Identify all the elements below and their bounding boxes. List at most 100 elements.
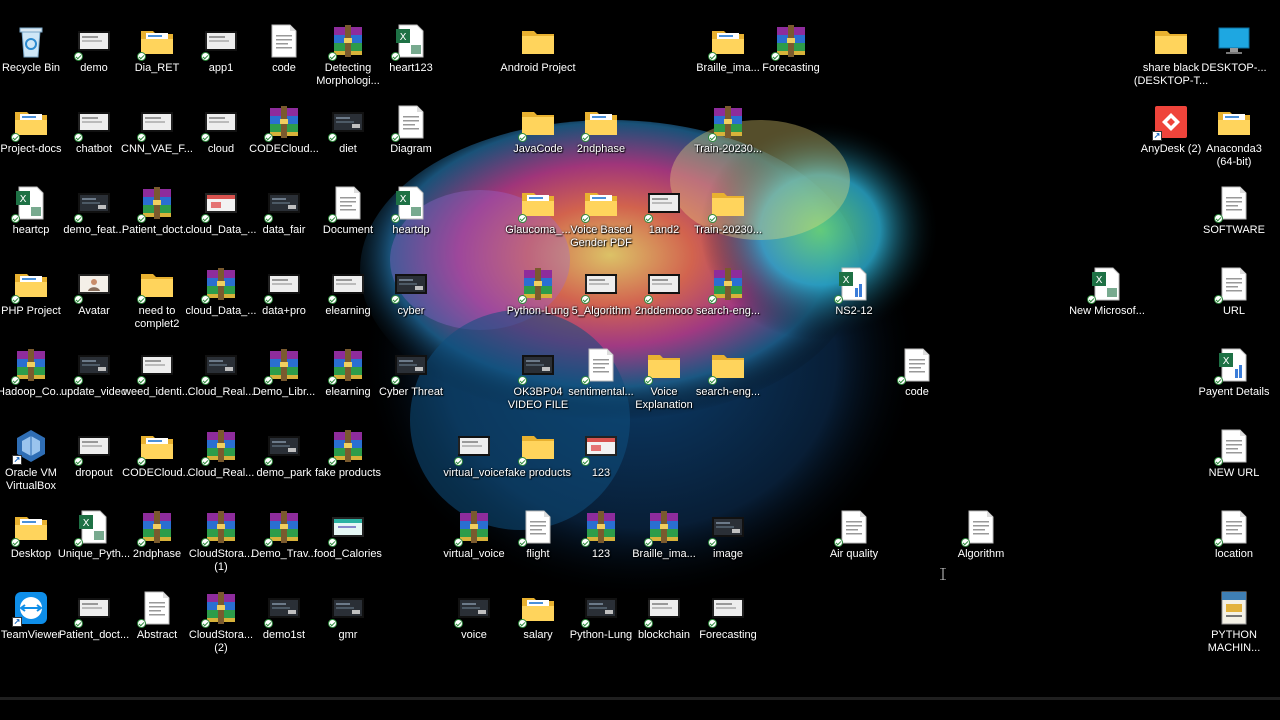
desktop-icon[interactable]: 2ndphase — [126, 509, 188, 561]
desktop-icon[interactable]: X NS2-12 — [823, 266, 885, 318]
desktop-icon[interactable]: CNN_VAE_F... — [121, 104, 193, 156]
desktop-icon[interactable]: Avatar — [63, 266, 125, 318]
desktop-icon[interactable]: salary — [507, 590, 569, 642]
desktop-icon[interactable]: flight — [507, 509, 569, 561]
desktop-icon[interactable]: cloud_Data_... — [186, 185, 256, 237]
desktop-icon[interactable]: Braille_ima... — [632, 509, 696, 561]
desktop-icon[interactable]: Demo_Libr... — [253, 347, 315, 399]
desktop-icon[interactable]: URL — [1203, 266, 1265, 318]
desktop-icon[interactable]: cloud — [190, 104, 252, 156]
desktop-icon[interactable]: SOFTWARE — [1203, 185, 1265, 237]
desktop-icon[interactable]: Dia_RET — [126, 23, 188, 75]
desktop-icon[interactable]: dropout — [63, 428, 125, 480]
desktop-icon[interactable]: Patient_doct... — [59, 590, 129, 642]
desktop-icon[interactable]: app1 — [190, 23, 252, 75]
desktop-icon[interactable]: data_fair — [253, 185, 315, 237]
desktop-icon[interactable]: 2nddemooo — [633, 266, 695, 318]
desktop-icon[interactable]: demo_park — [253, 428, 315, 480]
desktop-icon[interactable]: 123 — [570, 428, 632, 480]
desktop-icon[interactable]: Python-Lung — [570, 590, 632, 642]
desktop-icon[interactable]: virtual_voice — [443, 428, 505, 480]
desktop-icon[interactable]: fake products — [505, 428, 571, 480]
desktop-icon[interactable]: PHP Project — [0, 266, 62, 318]
desktop-icon[interactable]: DESKTOP-... — [1201, 23, 1267, 75]
desktop-icon[interactable]: Algorithm — [950, 509, 1012, 561]
desktop-icon[interactable]: fake products — [315, 428, 381, 480]
desktop-icon[interactable]: Cloud_Real... — [188, 428, 254, 480]
desktop-icon[interactable]: code — [253, 23, 315, 75]
desktop-icon[interactable]: JavaCode — [507, 104, 569, 156]
desktop-icon[interactable]: Cloud_Real... — [188, 347, 254, 399]
desktop-icon[interactable]: Xheart123 — [380, 23, 442, 75]
desktop-icon[interactable]: chatbot — [63, 104, 125, 156]
desktop-icon[interactable]: ↗ TeamViewer — [0, 590, 62, 642]
desktop-icon[interactable]: Diagram — [380, 104, 442, 156]
desktop-icon[interactable]: Forecasting — [697, 590, 759, 642]
desktop-icon[interactable]: Xheartcp — [0, 185, 62, 237]
rar-icon — [11, 347, 49, 385]
desktop-icon[interactable]: Train-20230... — [694, 185, 762, 237]
desktop-icon[interactable]: update_video — [61, 347, 127, 399]
desktop-icon[interactable]: Glaucoma_... — [505, 185, 571, 237]
desktop-icon[interactable]: Forecasting — [760, 23, 822, 75]
desktop-icon[interactable]: virtual_voice — [443, 509, 505, 561]
desktop-icon[interactable]: 1and2 — [633, 185, 695, 237]
desktop-icon[interactable]: Android Project — [500, 23, 576, 75]
desktop-icon[interactable]: demo_feat... — [63, 185, 125, 237]
desktop-icon[interactable]: Desktop — [0, 509, 62, 561]
desktop-icon[interactable]: food_Calories — [314, 509, 382, 561]
desktop-icon[interactable]: blockchain — [633, 590, 695, 642]
desktop-icon[interactable]: ↗ Oracle VM VirtualBox — [0, 428, 62, 493]
desktop-icon[interactable]: NEW URL — [1203, 428, 1265, 480]
desktop-icon[interactable]: elearning — [317, 347, 379, 399]
desktop-icon[interactable]: image — [697, 509, 759, 561]
desktop-icon[interactable]: X New Microsof... — [1069, 266, 1145, 318]
desktop-icon[interactable]: CODECloud... — [122, 428, 192, 480]
desktop-icon[interactable]: X Payent Details — [1199, 347, 1269, 399]
desktop-icon[interactable]: Python-Lung — [507, 266, 569, 318]
desktop-icon[interactable]: demo1st — [253, 590, 315, 642]
desktop-icon[interactable]: voice — [443, 590, 505, 642]
desktop-icon[interactable]: elearning — [317, 266, 379, 318]
desktop-icon[interactable]: 123 — [570, 509, 632, 561]
desktop-icon[interactable]: Patient_doct... — [122, 185, 192, 237]
desktop-icon[interactable]: location — [1203, 509, 1265, 561]
desktop-icon[interactable]: 5_Algorithm — [570, 266, 632, 318]
desktop-icon[interactable]: diet — [317, 104, 379, 156]
desktop-icon[interactable]: need to complet2 — [126, 266, 188, 331]
desktop-icon[interactable]: demo — [63, 23, 125, 75]
desktop-icon[interactable]: ↗ AnyDesk (2) — [1140, 104, 1202, 156]
desktop-icon[interactable]: Braille_ima... — [696, 23, 760, 75]
desktop-icon[interactable]: CODECloud... — [249, 104, 319, 156]
desktop-icon[interactable]: sentimental... — [568, 347, 634, 399]
desktop-icon[interactable]: Train-20230... — [694, 104, 762, 156]
desktop-icon[interactable]: Anaconda3 (64-bit) — [1203, 104, 1265, 169]
desktop-icon[interactable]: Demo_Trav... — [251, 509, 317, 561]
desktop-icon[interactable]: X Unique_Pyth... — [58, 509, 130, 561]
desktop-icon[interactable]: Project-docs — [0, 104, 62, 156]
desktop-icon[interactable]: OK3BP04 VIDEO FILE — [507, 347, 569, 412]
desktop-icon[interactable]: data+pro — [253, 266, 315, 318]
desktop-icon[interactable]: Air quality — [823, 509, 885, 561]
desktop-icon[interactable]: CloudStora... (2) — [189, 590, 253, 655]
desktop-icon[interactable]: Detecting Morphologi... — [316, 23, 380, 88]
desktop-icon[interactable]: code — [886, 347, 948, 399]
desktop-icon[interactable]: search-eng... — [696, 347, 760, 399]
desktop-icon[interactable]: search-eng... — [696, 266, 760, 318]
desktop-icon[interactable]: Voice Based Gender PDF — [570, 185, 632, 250]
desktop-icon[interactable]: Hadoop_Co... — [0, 347, 65, 399]
desktop-icon[interactable]: Cyber Threat — [379, 347, 443, 399]
desktop-icon[interactable]: 2ndphase — [570, 104, 632, 156]
desktop-icon[interactable]: PYTHON MACHIN... — [1203, 590, 1265, 655]
desktop-icon[interactable]: share black (DESKTOP-T... — [1134, 23, 1208, 88]
desktop-icon[interactable]: Voice Explanation — [633, 347, 695, 412]
desktop-icon[interactable]: cloud_Data_... — [186, 266, 256, 318]
desktop-icon[interactable]: CloudStora... (1) — [189, 509, 253, 574]
desktop-icon[interactable]: Recycle Bin — [0, 23, 62, 75]
desktop-icon[interactable]: gmr — [317, 590, 379, 642]
desktop-icon[interactable]: Document — [317, 185, 379, 237]
desktop-icon[interactable]: weed_identi... — [123, 347, 191, 399]
desktop-icon[interactable]: cyber — [380, 266, 442, 318]
desktop-icon[interactable]: Abstract — [126, 590, 188, 642]
desktop-icon[interactable]: Xheartdp — [380, 185, 442, 237]
